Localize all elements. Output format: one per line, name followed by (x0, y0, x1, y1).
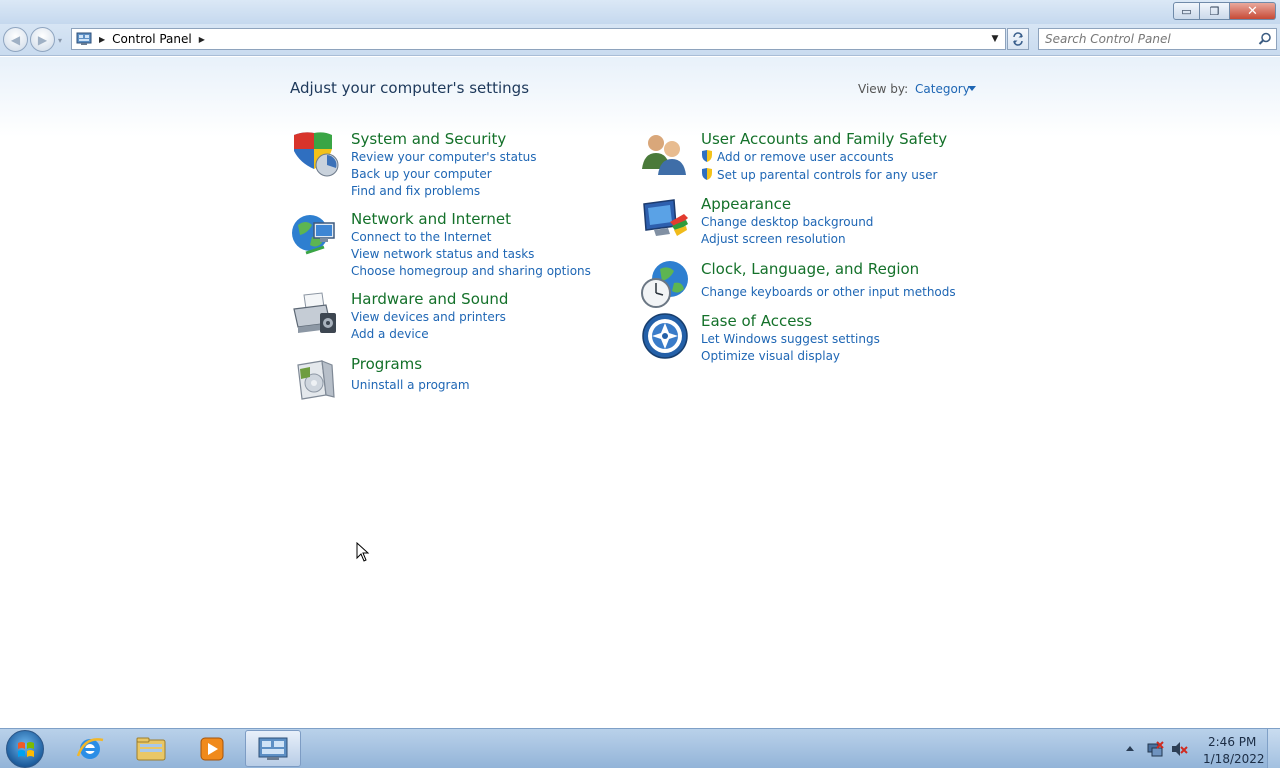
category-title-network-internet[interactable]: Network and Internet (351, 210, 511, 228)
control-panel-icon (258, 737, 288, 760)
internet-explorer-icon (76, 737, 104, 759)
forward-button[interactable]: ▶ (30, 27, 55, 52)
media-player-icon (200, 737, 224, 760)
link-connect-internet[interactable]: Connect to the Internet (351, 230, 491, 244)
taskbar-media-player[interactable] (184, 730, 240, 767)
view-by-label: View by: (858, 82, 909, 96)
mouse-cursor-icon (356, 542, 370, 562)
title-bar[interactable]: ▭ ❐ ✕ (0, 0, 1280, 24)
link-windows-suggest-settings[interactable]: Let Windows suggest settings (701, 332, 880, 346)
link-uninstall-program[interactable]: Uninstall a program (351, 378, 470, 392)
restore-icon: ❐ (1209, 4, 1220, 18)
folder-icon (136, 737, 166, 760)
link-review-status[interactable]: Review your computer's status (351, 150, 537, 164)
minimize-button[interactable]: ▭ (1173, 2, 1200, 20)
monitor-palette-icon[interactable] (640, 194, 690, 244)
taskbar: 2:46 PM 1/18/2022 (0, 728, 1280, 768)
address-bar[interactable]: ▶ Control Panel ▶ ▼ (71, 28, 1006, 50)
link-parental-controls[interactable]: Set up parental controls for any user (717, 168, 937, 182)
category-title-user-accounts[interactable]: User Accounts and Family Safety (701, 130, 947, 148)
link-back-up[interactable]: Back up your computer (351, 167, 492, 181)
taskbar-control-panel[interactable] (245, 730, 301, 767)
page-title: Adjust your computer's settings (290, 79, 530, 97)
maximize-button[interactable]: ❐ (1200, 2, 1230, 20)
control-panel-content: Adjust your computer's settings View by:… (0, 57, 1280, 728)
link-add-device[interactable]: Add a device (351, 327, 429, 341)
link-change-keyboards[interactable]: Change keyboards or other input methods (701, 285, 956, 299)
link-network-status[interactable]: View network status and tasks (351, 247, 534, 261)
close-button[interactable]: ✕ (1230, 2, 1276, 20)
link-add-remove-accounts[interactable]: Add or remove user accounts (717, 150, 894, 164)
network-icon[interactable] (1146, 740, 1164, 758)
programs-box-icon[interactable] (290, 355, 340, 405)
breadcrumb-separator-icon[interactable]: ▶ (99, 35, 105, 44)
clock-globe-icon[interactable] (640, 259, 690, 309)
ease-of-access-icon[interactable] (640, 311, 690, 361)
close-icon: ✕ (1247, 3, 1258, 19)
address-dropdown-icon[interactable]: ▼ (988, 32, 1002, 46)
link-find-fix[interactable]: Find and fix problems (351, 184, 480, 198)
show-desktop-button[interactable] (1267, 729, 1280, 768)
minimize-icon: ▭ (1181, 4, 1192, 18)
search-icon[interactable] (1258, 32, 1272, 46)
users-icon[interactable] (640, 129, 690, 179)
recent-pages-button[interactable]: ▾ (58, 36, 62, 45)
taskbar-internet-explorer[interactable] (62, 730, 118, 767)
view-by-dropdown[interactable]: Category (915, 82, 970, 96)
taskbar-windows-explorer[interactable] (123, 730, 179, 767)
show-hidden-icons-chevron-icon[interactable] (1126, 746, 1134, 751)
view-by-chevron-icon[interactable] (968, 86, 976, 91)
back-arrow-icon: ◀ (10, 32, 21, 47)
start-button[interactable] (6, 730, 44, 768)
link-screen-resolution[interactable]: Adjust screen resolution (701, 232, 846, 246)
breadcrumb-separator-icon[interactable]: ▶ (199, 35, 205, 44)
category-title-ease-of-access[interactable]: Ease of Access (701, 312, 812, 330)
category-title-system-security[interactable]: System and Security (351, 130, 506, 148)
volume-muted-icon[interactable] (1170, 740, 1188, 758)
globe-network-icon[interactable] (290, 209, 340, 259)
windows-logo-icon (18, 742, 34, 757)
navigation-bar: ◀ ▶ ▾ ▶ Control Panel ▶ ▼ (0, 24, 1280, 56)
forward-arrow-icon: ▶ (37, 32, 48, 47)
caption-buttons: ▭ ❐ ✕ (1173, 2, 1276, 20)
category-title-programs[interactable]: Programs (351, 355, 422, 373)
refresh-icon (1013, 32, 1023, 46)
clock-date[interactable]: 1/18/2022 (1203, 752, 1265, 766)
uac-shield-icon (702, 168, 712, 180)
category-title-clock-language-region[interactable]: Clock, Language, and Region (701, 260, 919, 278)
uac-shield-icon (702, 150, 712, 162)
control-panel-icon (76, 32, 92, 45)
link-optimize-visual-display[interactable]: Optimize visual display (701, 349, 840, 363)
shield-icon[interactable] (290, 129, 340, 179)
link-devices-printers[interactable]: View devices and printers (351, 310, 506, 324)
back-button[interactable]: ◀ (3, 27, 28, 52)
breadcrumb-control-panel[interactable]: Control Panel (112, 32, 192, 46)
category-title-appearance[interactable]: Appearance (701, 195, 791, 213)
link-desktop-background[interactable]: Change desktop background (701, 215, 873, 229)
refresh-button[interactable] (1007, 28, 1029, 50)
search-input[interactable] (1039, 29, 1249, 49)
search-box[interactable] (1038, 28, 1277, 50)
category-title-hardware-sound[interactable]: Hardware and Sound (351, 290, 508, 308)
link-homegroup-sharing[interactable]: Choose homegroup and sharing options (351, 264, 591, 278)
printer-icon[interactable] (290, 289, 340, 339)
clock-time[interactable]: 2:46 PM (1208, 735, 1256, 749)
